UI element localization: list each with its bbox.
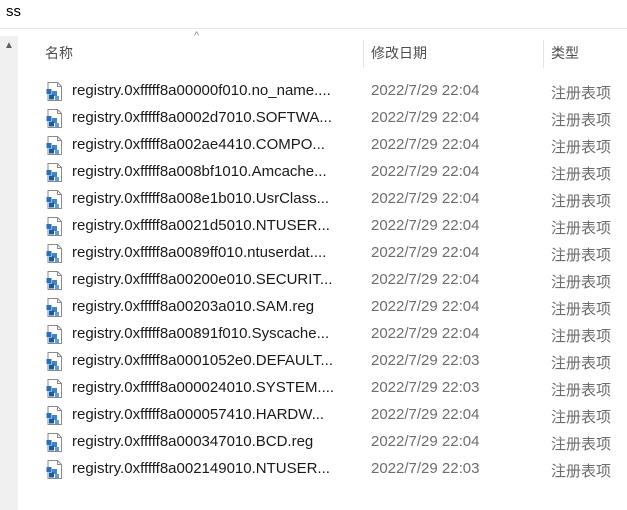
vertical-scrollbar[interactable]: ▲ xyxy=(0,36,18,510)
file-row[interactable]: registry.0xfffff8a0002d7010.SOFTWA... 20… xyxy=(18,105,627,132)
file-name: registry.0xfffff8a00203a010.SAM.reg xyxy=(72,298,315,315)
file-row[interactable]: registry.0xfffff8a00203a010.SAM.reg 2022… xyxy=(18,294,627,321)
file-list: registry.0xfffff8a00000f010.no_name.... … xyxy=(18,78,627,483)
registry-file-icon xyxy=(46,271,64,290)
file-type: 注册表项 xyxy=(551,436,612,453)
registry-file-icon xyxy=(46,136,64,155)
file-modified-date: 2022/7/29 22:03 xyxy=(371,460,480,477)
file-row[interactable]: registry.0xfffff8a000347010.BCD.reg 2022… xyxy=(18,429,627,456)
column-divider[interactable] xyxy=(543,40,544,68)
file-name: registry.0xfffff8a0021d5010.NTUSER... xyxy=(72,217,330,234)
file-type: 注册表项 xyxy=(551,355,612,372)
file-modified-date: 2022/7/29 22:04 xyxy=(371,433,480,450)
column-header-type[interactable]: 类型 xyxy=(551,36,579,70)
file-modified-date: 2022/7/29 22:04 xyxy=(371,244,480,261)
file-type: 注册表项 xyxy=(551,463,612,480)
file-type: 注册表项 xyxy=(551,220,612,237)
registry-file-icon xyxy=(46,325,64,344)
file-name: registry.0xfffff8a000024010.SYSTEM.... xyxy=(72,379,335,396)
file-row[interactable]: registry.0xfffff8a002ae4410.COMPO... 202… xyxy=(18,132,627,159)
file-name: registry.0xfffff8a002ae4410.COMPO... xyxy=(72,136,325,153)
file-modified-date: 2022/7/29 22:04 xyxy=(371,217,480,234)
file-modified-date: 2022/7/29 22:04 xyxy=(371,82,480,99)
file-type: 注册表项 xyxy=(551,139,612,156)
column-divider[interactable] xyxy=(363,40,364,68)
file-name: registry.0xfffff8a008e1b010.UsrClass... xyxy=(72,190,330,207)
file-type: 注册表项 xyxy=(551,112,612,129)
file-row[interactable]: registry.0xfffff8a008bf1010.Amcache... 2… xyxy=(18,159,627,186)
registry-file-icon xyxy=(46,163,64,182)
file-modified-date: 2022/7/29 22:04 xyxy=(371,406,480,423)
file-row[interactable]: registry.0xfffff8a000024010.SYSTEM.... 2… xyxy=(18,375,627,402)
registry-file-icon xyxy=(46,109,64,128)
file-row[interactable]: registry.0xfffff8a0089ff010.ntuserdat...… xyxy=(18,240,627,267)
file-name: registry.0xfffff8a0002d7010.SOFTWA... xyxy=(72,109,332,126)
file-name: registry.0xfffff8a0001052e0.DEFAULT... xyxy=(72,352,333,369)
file-name: registry.0xfffff8a000057410.HARDW... xyxy=(72,406,325,423)
file-type: 注册表项 xyxy=(551,328,612,345)
window-titlebar: ss xyxy=(0,0,627,29)
sort-up-arrow-icon: ^ xyxy=(194,30,200,42)
registry-file-icon xyxy=(46,379,64,398)
file-type: 注册表项 xyxy=(551,247,612,264)
file-modified-date: 2022/7/29 22:04 xyxy=(371,163,480,180)
file-type: 注册表项 xyxy=(551,409,612,426)
file-name: registry.0xfffff8a008bf1010.Amcache... xyxy=(72,163,327,180)
file-type: 注册表项 xyxy=(551,301,612,318)
column-header-name[interactable]: 名称 xyxy=(45,36,73,70)
file-modified-date: 2022/7/29 22:03 xyxy=(371,379,480,396)
registry-file-icon xyxy=(46,352,64,371)
file-name: registry.0xfffff8a002149010.NTUSER... xyxy=(72,460,330,477)
file-name: registry.0xfffff8a000347010.BCD.reg xyxy=(72,433,314,450)
file-name: registry.0xfffff8a00891f010.Syscache... xyxy=(72,325,330,342)
scroll-up-arrow-icon[interactable]: ▲ xyxy=(0,36,18,56)
window-title: ss xyxy=(6,3,21,20)
file-modified-date: 2022/7/29 22:04 xyxy=(371,190,480,207)
file-name: registry.0xfffff8a00000f010.no_name.... xyxy=(72,82,331,99)
file-type: 注册表项 xyxy=(551,274,612,291)
column-header-date[interactable]: 修改日期 xyxy=(371,36,427,70)
file-row[interactable]: registry.0xfffff8a0021d5010.NTUSER... 20… xyxy=(18,213,627,240)
file-row[interactable]: registry.0xfffff8a00200e010.SECURIT... 2… xyxy=(18,267,627,294)
column-header-row: ^ 名称 修改日期 类型 xyxy=(18,30,627,70)
registry-file-icon xyxy=(46,82,64,101)
file-type: 注册表项 xyxy=(551,85,612,102)
file-name: registry.0xfffff8a0089ff010.ntuserdat...… xyxy=(72,244,327,261)
file-row[interactable]: registry.0xfffff8a00891f010.Syscache... … xyxy=(18,321,627,348)
file-name: registry.0xfffff8a00200e010.SECURIT... xyxy=(72,271,333,288)
file-type: 注册表项 xyxy=(551,193,612,210)
registry-file-icon xyxy=(46,190,64,209)
registry-file-icon xyxy=(46,433,64,452)
file-modified-date: 2022/7/29 22:04 xyxy=(371,271,480,288)
file-modified-date: 2022/7/29 22:04 xyxy=(371,298,480,315)
file-modified-date: 2022/7/29 22:03 xyxy=(371,352,480,369)
file-type: 注册表项 xyxy=(551,382,612,399)
registry-file-icon xyxy=(46,244,64,263)
file-row[interactable]: registry.0xfffff8a000057410.HARDW... 202… xyxy=(18,402,627,429)
registry-file-icon xyxy=(46,460,64,479)
file-row[interactable]: registry.0xfffff8a00000f010.no_name.... … xyxy=(18,78,627,105)
registry-file-icon xyxy=(46,217,64,236)
file-row[interactable]: registry.0xfffff8a008e1b010.UsrClass... … xyxy=(18,186,627,213)
file-type: 注册表项 xyxy=(551,166,612,183)
file-modified-date: 2022/7/29 22:04 xyxy=(371,136,480,153)
file-modified-date: 2022/7/29 22:04 xyxy=(371,325,480,342)
file-row[interactable]: registry.0xfffff8a002149010.NTUSER... 20… xyxy=(18,456,627,483)
file-row[interactable]: registry.0xfffff8a0001052e0.DEFAULT... 2… xyxy=(18,348,627,375)
registry-file-icon xyxy=(46,298,64,317)
file-modified-date: 2022/7/29 22:04 xyxy=(371,109,480,126)
registry-file-icon xyxy=(46,406,64,425)
